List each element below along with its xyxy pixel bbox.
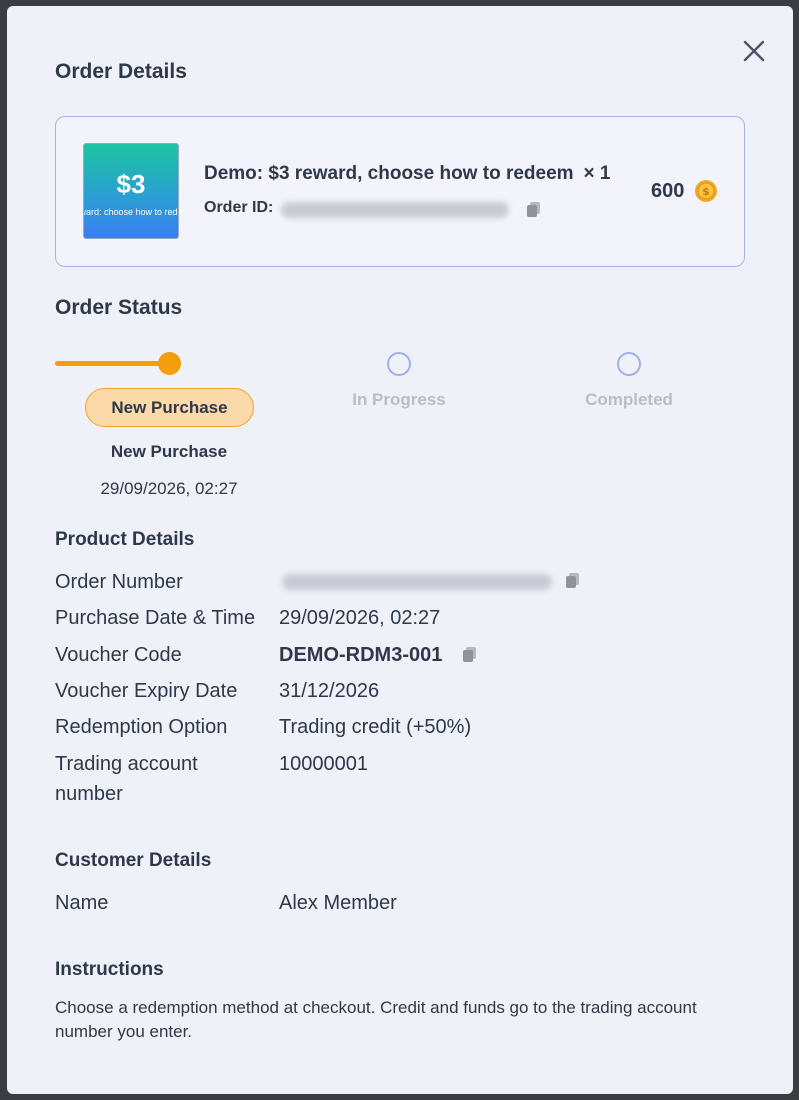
current-status-timestamp: 29/09/2026, 02:27 (100, 479, 238, 498)
instructions-text: Choose a redemption method at checkout. … (55, 998, 697, 1041)
trading-account-label: Trading account number (55, 753, 198, 805)
order-number-redacted (282, 574, 552, 590)
product-price: 600 (651, 180, 685, 202)
customer-name-label: Name (55, 892, 109, 914)
instructions-title: Instructions (55, 959, 164, 980)
purchase-date-value: 29/09/2026, 02:27 (279, 607, 441, 629)
order-details-dialog: Order Details $3 ward: choose how to red… (7, 6, 793, 1094)
coin-icon: $ (694, 179, 718, 203)
customer-details-title: Customer Details (55, 850, 212, 871)
voucher-expiry-label: Voucher Expiry Date (55, 680, 238, 702)
voucher-code-value: DEMO-RDM3-001 (279, 644, 443, 666)
status-step-new-purchase: New Purchase (85, 388, 254, 427)
current-status-label: New Purchase (110, 442, 228, 461)
customer-name-value: Alex Member (279, 892, 397, 914)
status-step-completed-dot (617, 352, 641, 376)
redemption-option-value: Trading credit (+50%) (279, 716, 472, 738)
status-step-in-progress: In Progress (352, 390, 446, 409)
order-status-title: Order Status (55, 296, 183, 319)
product-name-text: Demo: $3 reward, choose how to redeem (204, 163, 574, 184)
copy-icon[interactable] (462, 646, 478, 664)
status-step-completed: Completed (585, 390, 673, 409)
copy-icon[interactable] (565, 572, 581, 590)
purchase-date-label: Purchase Date & Time (55, 607, 256, 629)
product-quantity: × 1 (583, 163, 611, 184)
svg-text:$: $ (702, 185, 710, 198)
order-id-redacted (281, 202, 509, 218)
status-step-in-progress-dot (387, 352, 411, 376)
copy-icon[interactable] (526, 201, 542, 219)
voucher-expiry-value: 31/12/2026 (279, 680, 380, 702)
voucher-code-label: Voucher Code (55, 644, 182, 666)
order-number-label: Order Number (55, 571, 183, 593)
order-id-label: Order ID: (204, 199, 274, 216)
status-step-new-purchase-dot (158, 352, 181, 375)
product-details-title: Product Details (55, 529, 195, 550)
dialog-title: Order Details (55, 60, 187, 83)
close-button[interactable] (741, 38, 767, 64)
product-card: $3 ward: choose how to rede Demo: $3 rew… (55, 116, 745, 267)
close-icon[interactable] (741, 38, 767, 64)
trading-account-value: 10000001 (279, 753, 368, 775)
product-thumbnail: $3 ward: choose how to rede (83, 143, 179, 239)
redemption-option-label: Redemption Option (55, 716, 228, 738)
status-progress-track (55, 361, 160, 366)
thumbnail-caption: ward: choose how to rede (83, 207, 179, 217)
thumbnail-price: $3 (116, 169, 146, 199)
product-name: Demo: $3 reward, choose how to redeem × 1 (204, 163, 611, 185)
